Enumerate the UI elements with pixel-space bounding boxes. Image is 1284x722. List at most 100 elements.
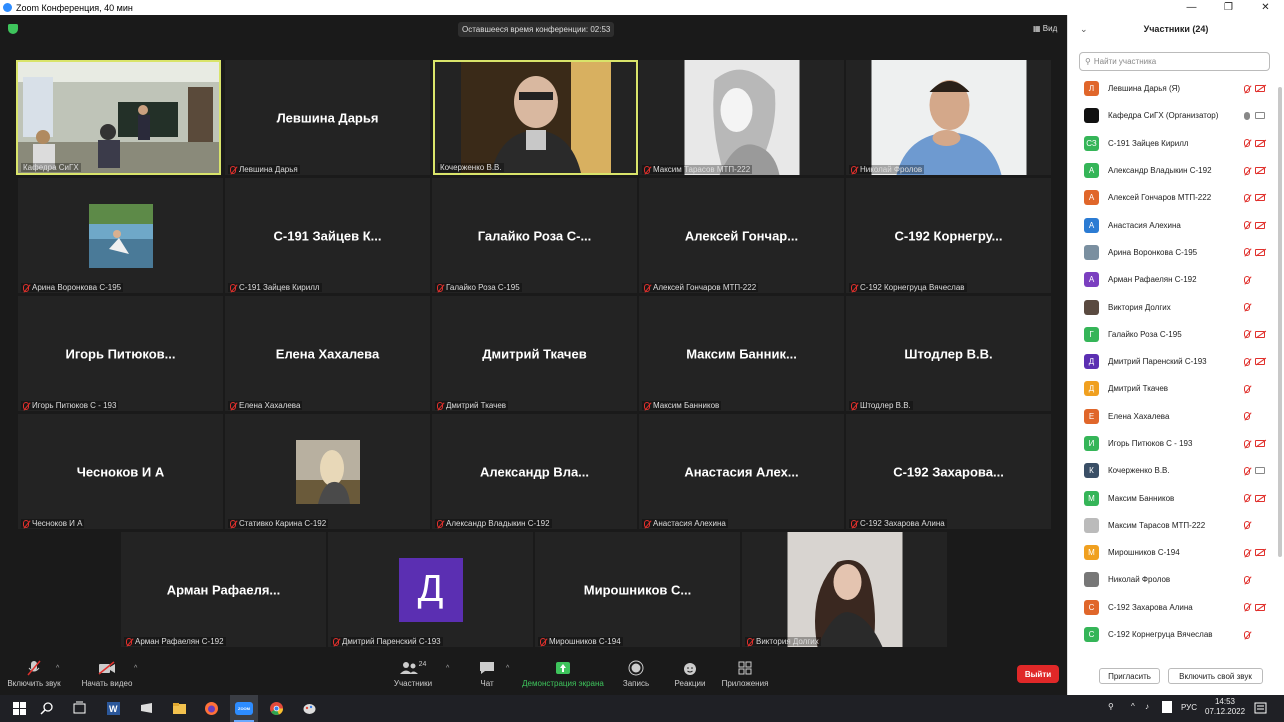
windows-start-icon[interactable] [12,701,27,716]
app-icon[interactable] [139,701,154,716]
mic-muted-icon [1244,275,1250,284]
video-tile[interactable]: Левшина Дарья Левшина Дарья [225,60,430,175]
file-explorer-icon[interactable] [172,701,187,716]
window-title: Zoom Конференция, 40 мин [16,2,133,13]
video-tile[interactable]: Виктория Долгих [742,532,947,647]
tray-caret-icon[interactable]: ^ [1131,702,1135,711]
participant-row[interactable]: Л Левшина Дарья (Я) [1068,75,1284,102]
participant-row[interactable]: А Алексей Гончаров МТП-222 [1068,184,1284,211]
participant-row[interactable]: М Максим Банников [1068,484,1284,511]
share-screen-button[interactable]: Демонстрация экрана [520,659,606,688]
battery-icon[interactable] [1162,701,1172,713]
participants-options-caret[interactable]: ^ [446,665,449,672]
video-tile[interactable]: Дмитрий Ткачев Дмитрий Ткачев [432,296,637,411]
participant-row[interactable]: Николай Фролов [1068,566,1284,593]
chat-options-caret[interactable]: ^ [506,665,509,672]
participant-row[interactable]: Максим Тарасов МТП-222 [1068,512,1284,539]
video-tile[interactable]: Штодлер В.В. Штодлер В.В. [846,296,1051,411]
maximize-button[interactable]: ❐ [1210,2,1247,13]
video-tile[interactable]: Максим Банник... Максим Банников [639,296,844,411]
volume-icon[interactable]: ♪ [1145,702,1149,711]
video-tile[interactable]: Стативко Карина С-192 [225,414,430,529]
participant-row[interactable]: К Кочерженко В.В. [1068,457,1284,484]
camera-off-icon [1255,358,1265,366]
task-view-icon[interactable] [72,701,87,716]
video-tile[interactable]: Александр Вла... Александр Владыкин С-19… [432,414,637,529]
unmute-me-button[interactable]: Включить свой звук [1168,668,1263,684]
chat-button[interactable]: Чат [470,659,504,688]
chrome-icon[interactable] [269,701,284,716]
video-tile[interactable]: С-192 Захарова... С-192 Захарова Алина [846,414,1051,529]
participant-row[interactable]: А Арман Рафаелян С-192 [1068,266,1284,293]
participant-row[interactable]: Е Елена Хахалева [1068,403,1284,430]
participant-status-icons [1244,548,1265,557]
minimize-button[interactable]: — [1173,2,1210,13]
video-tile[interactable]: Елена Хахалева Елена Хахалева [225,296,430,411]
mic-muted-icon [851,401,857,410]
video-tile[interactable]: Мирошников С... Мирошников С-194 [535,532,740,647]
apps-button[interactable]: Приложения [718,659,772,688]
video-tile[interactable]: Алексей Гончар... Алексей Гончаров МТП-2… [639,178,844,293]
reactions-button[interactable]: Реакции [670,659,710,688]
video-tile[interactable]: Максим Тарасов МТП-222 [639,60,844,175]
video-tile[interactable]: Кочерженко В.В. [433,60,638,175]
participant-row[interactable]: С С-192 Корнегруца Вячеслав [1068,621,1284,648]
input-language[interactable]: РУС [1181,703,1197,712]
scrollbar[interactable] [1278,87,1282,557]
tile-label-text: С-192 Захарова Алина [860,519,945,528]
zoom-taskbar-active[interactable]: ZOOM [230,695,258,722]
camera-off-icon [98,661,115,675]
video-tile[interactable]: Д Дмитрий Паренский С-193 [328,532,533,647]
start-video-button[interactable]: Начать видео [78,659,136,688]
video-tile[interactable]: Игорь Питюков... Игорь Питюков С - 193 [18,296,223,411]
video-tile[interactable]: Николай Фролов [846,60,1051,175]
mic-muted-icon [126,637,132,646]
paint-icon[interactable] [302,701,317,716]
participant-row[interactable]: А Анастасия Алехина [1068,211,1284,238]
participant-name: Анастасия Алехина [1108,220,1181,230]
video-tile[interactable]: Арман Рафаеля... Арман Рафаелян С-192 [121,532,326,647]
participant-row[interactable]: Д Дмитрий Ткачев [1068,375,1284,402]
video-tile[interactable]: Анастасия Алех... Анастасия Алехина [639,414,844,529]
video-tile[interactable]: С-191 Зайцев К... С-191 Зайцев Кирилл [225,178,430,293]
video-tile[interactable]: Галайко Роза С-... Галайко Роза С-195 [432,178,637,293]
unmute-label: Включить звук [7,679,61,688]
video-tile[interactable]: С-192 Корнегру... С-192 Корнегруца Вячес… [846,178,1051,293]
profile-photo [787,532,902,647]
close-button[interactable]: ✕ [1247,2,1284,13]
video-tile[interactable]: Кафедра СиГХ [16,60,221,175]
participant-row[interactable]: Д Дмитрий Паренский С-193 [1068,348,1284,375]
security-shield-icon[interactable] [8,24,18,34]
participant-row[interactable]: Г Галайко Роза С-195 [1068,321,1284,348]
participants-button[interactable]: 24 Участники [390,659,436,689]
participant-status-icons [1244,330,1265,339]
invite-button[interactable]: Пригласить [1099,668,1160,684]
word-icon[interactable]: W [106,701,121,716]
clock[interactable]: 14:53 07.12.2022 [1205,697,1245,717]
avatar: А [1084,163,1099,179]
record-button[interactable]: Запись [618,659,654,688]
video-tile[interactable]: Арина Воронкова С-195 [18,178,223,293]
video-tile[interactable]: Чесноков И А Чесноков И А [18,414,223,529]
participant-row[interactable]: Виктория Долгих [1068,293,1284,320]
participant-row[interactable]: СЗ С-191 Зайцев Кирилл [1068,130,1284,157]
leave-button[interactable]: Выйти [1017,665,1059,683]
tile-name: Елена Хахалева [275,346,380,361]
participant-row[interactable]: И Игорь Питюков С - 193 [1068,430,1284,457]
participant-row[interactable]: Кафедра СиГХ (Организатор) [1068,102,1284,129]
participant-row[interactable]: С С-192 Захарова Алина [1068,594,1284,621]
firefox-icon[interactable] [204,701,219,716]
search-icon[interactable] [40,701,55,716]
participant-row[interactable]: А Александр Владыкин С-192 [1068,157,1284,184]
participant-row[interactable]: М Мирошников С-194 [1068,539,1284,566]
notifications-icon[interactable] [1253,701,1268,716]
participant-row[interactable]: Арина Воронкова С-195 [1068,239,1284,266]
mic-muted-icon [1244,603,1250,612]
video-options-caret[interactable]: ^ [134,665,137,672]
participant-search-input[interactable]: ⚲ Найти участника [1079,52,1270,71]
participant-name: С-192 Захарова Алина [1108,602,1193,612]
view-button[interactable]: ▦ Вид [1033,24,1057,33]
network-people-icon[interactable]: ⚲ [1108,702,1114,711]
audio-options-caret[interactable]: ^ [56,665,59,672]
unmute-button[interactable]: Включить звук [6,659,62,688]
